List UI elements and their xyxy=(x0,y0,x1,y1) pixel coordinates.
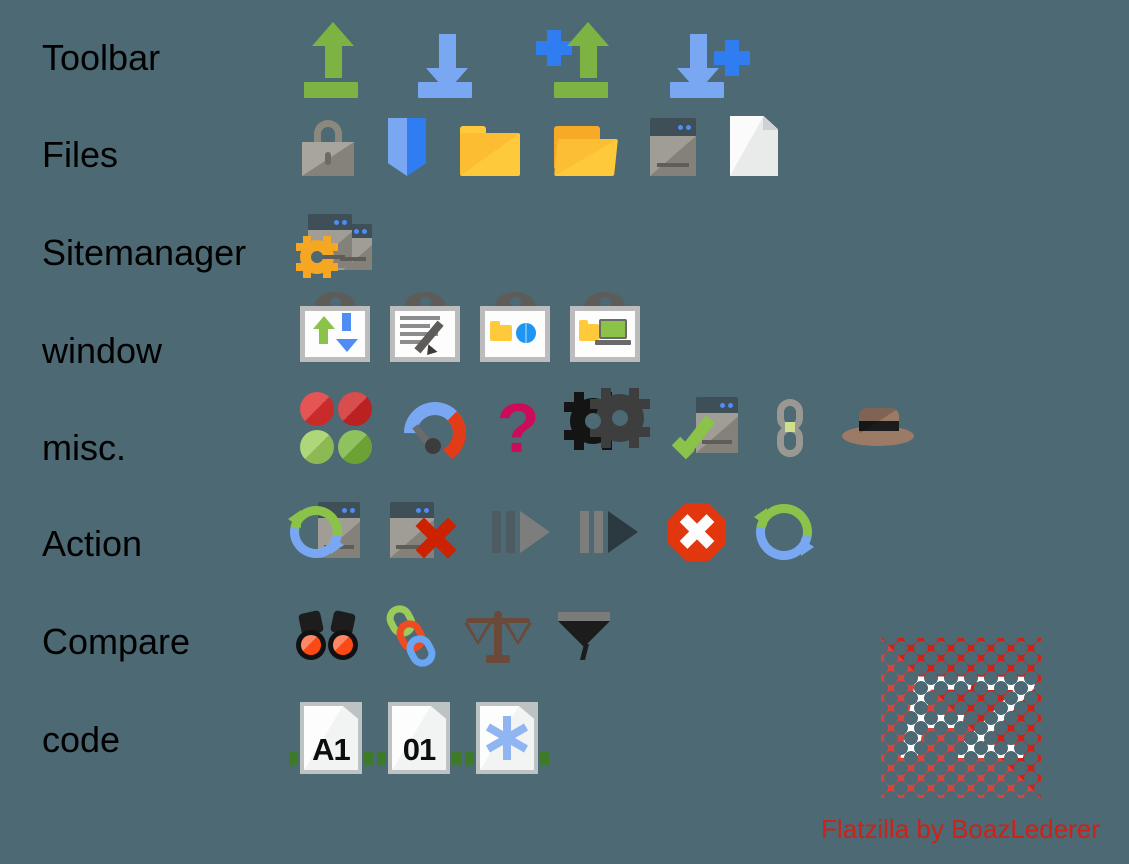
icon-sheet: Toolbar Files Sitemanager window misc. ?… xyxy=(0,0,1129,864)
row-label-sitemanager: Sitemanager xyxy=(42,232,247,273)
pause-play-light-icon[interactable] xyxy=(492,511,550,553)
ascii-label: A1 xyxy=(312,732,351,767)
row-label-misc: misc. xyxy=(42,427,126,468)
chain-colored-icon[interactable] xyxy=(382,600,440,672)
flatzilla-logo: FZ Flatzilla by BoazLederer xyxy=(818,638,1103,845)
row-action xyxy=(279,493,823,571)
transfer-type-ascii-icon[interactable]: A1 xyxy=(289,702,373,774)
download-icon[interactable] xyxy=(414,18,490,98)
binoculars-icon[interactable] xyxy=(296,609,358,660)
fz-monogram: FZ xyxy=(898,652,1032,784)
four-dots-icon[interactable] xyxy=(300,392,374,464)
question-mark-icon[interactable]: ? xyxy=(496,393,540,463)
close-icon xyxy=(408,510,462,564)
hat-icon[interactable] xyxy=(842,406,914,450)
toggle-local-tree-icon[interactable] xyxy=(570,292,640,362)
row-files xyxy=(302,114,778,176)
row-toolbar xyxy=(300,12,758,98)
speed-limit-icon[interactable] xyxy=(391,389,479,477)
reconnect-server-icon[interactable] xyxy=(279,495,360,569)
transfer-type-auto-icon[interactable] xyxy=(465,702,549,774)
gears-icon[interactable] xyxy=(564,388,650,462)
bookmark-icon[interactable] xyxy=(388,118,426,176)
row-code: A1 01 xyxy=(289,698,549,778)
upload-icon[interactable] xyxy=(300,18,376,98)
lock-icon[interactable] xyxy=(302,120,354,176)
filezilla-stamp-icon: FZ xyxy=(880,638,1041,798)
row-sitemanager xyxy=(296,212,382,278)
row-window xyxy=(300,292,640,362)
toggle-message-log-icon[interactable] xyxy=(390,292,460,362)
transfer-type-binary-icon[interactable]: 01 xyxy=(377,702,461,774)
scales-icon[interactable] xyxy=(464,609,532,663)
folder-open-icon[interactable] xyxy=(554,126,618,176)
server-icon[interactable] xyxy=(650,118,696,176)
disconnect-server-icon[interactable] xyxy=(390,500,462,564)
file-icon[interactable] xyxy=(730,116,778,176)
refresh-icon[interactable] xyxy=(745,493,823,571)
folder-closed-icon[interactable] xyxy=(460,126,520,176)
toggle-transfer-queue-icon[interactable] xyxy=(300,292,370,362)
row-label-action: Action xyxy=(42,523,143,564)
binary-label: 01 xyxy=(402,732,436,767)
server-check-icon[interactable] xyxy=(671,397,738,460)
logo-caption: Flatzilla by BoazLederer xyxy=(821,814,1100,844)
add-to-queue-download-icon[interactable] xyxy=(662,18,758,98)
toggle-remote-tree-icon[interactable] xyxy=(480,292,550,362)
asterisk-icon xyxy=(485,716,529,760)
pause-play-dark-icon[interactable] xyxy=(580,511,638,553)
row-label-window: window xyxy=(42,330,163,371)
row-label-code: code xyxy=(42,719,121,760)
site-manager-icon[interactable] xyxy=(296,212,382,278)
row-label-toolbar: Toolbar xyxy=(42,37,161,78)
cancel-icon[interactable] xyxy=(668,503,726,561)
filter-funnel-icon[interactable] xyxy=(558,612,610,660)
add-to-queue-upload-icon[interactable] xyxy=(528,18,624,98)
row-compare xyxy=(296,600,610,672)
row-label-compare: Compare xyxy=(42,621,191,662)
chain-link-icon[interactable] xyxy=(768,399,812,457)
row-misc: ? xyxy=(300,388,914,477)
row-label-files: Files xyxy=(42,134,119,175)
